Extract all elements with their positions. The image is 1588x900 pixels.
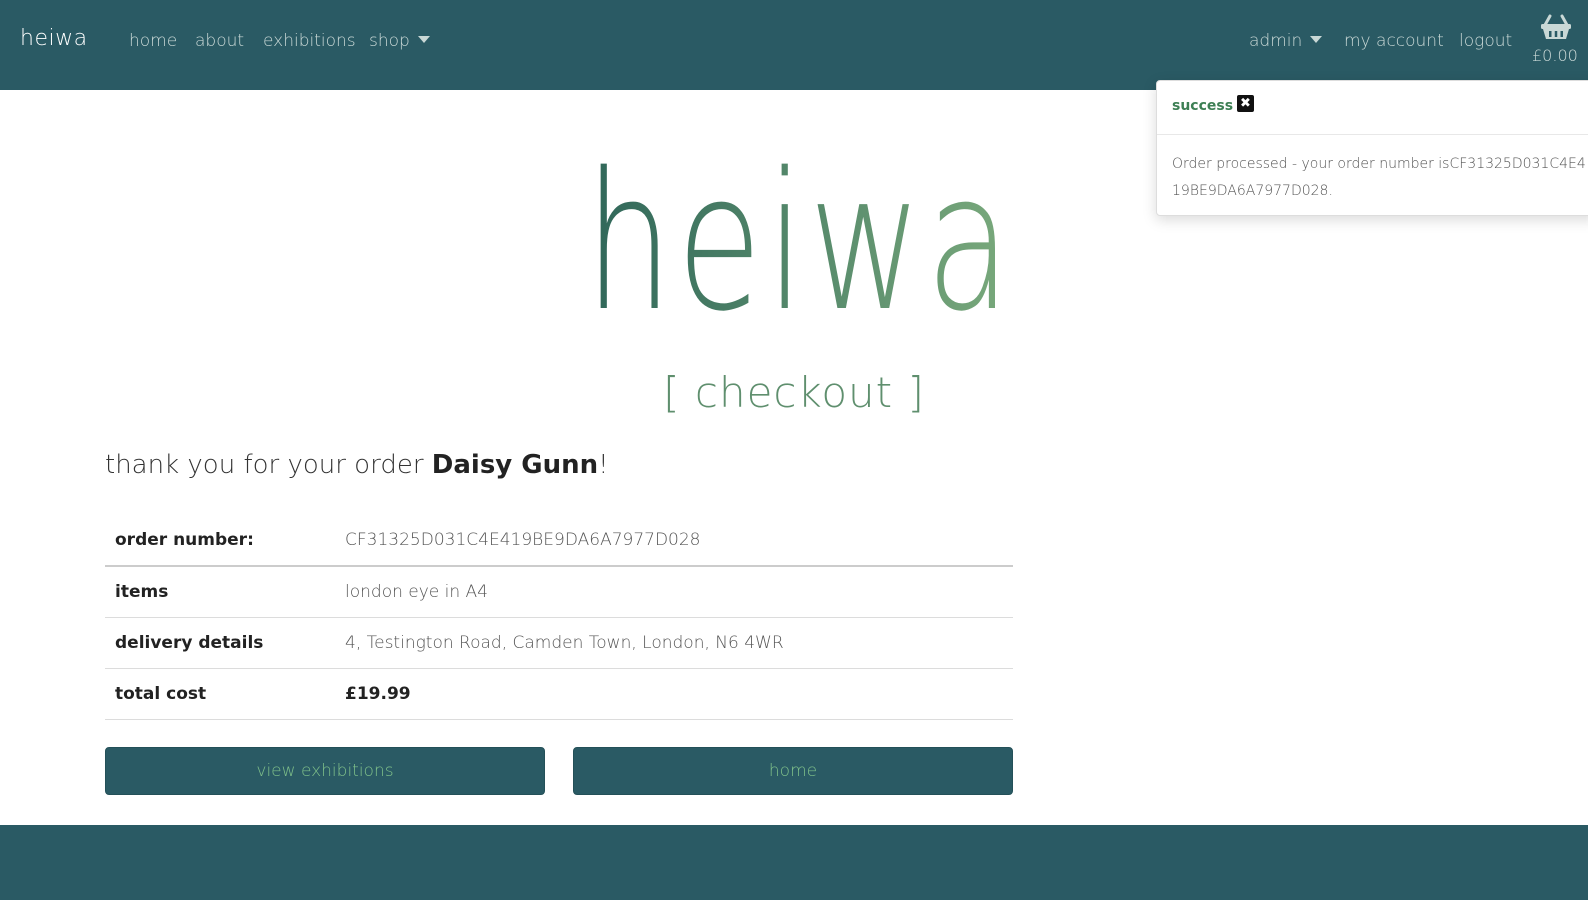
home-button[interactable]: home [573,747,1013,795]
chevron-down-icon [417,36,430,43]
toast-header: success ✖ [1157,81,1588,135]
table-row: order number: CF31325D031C4E419BE9DA6A79… [105,515,1013,566]
view-exhibitions-button[interactable]: view exhibitions [105,747,545,795]
row-label: order number: [115,530,254,550]
brand-logo[interactable]: heiwa [20,26,88,51]
table-row: items london eye in A4 [105,566,1013,617]
customer-name: Daisy Gunn [431,450,599,480]
nav-logout[interactable]: logout [1459,31,1512,51]
toast-message: Order processed - your order number isCF… [1172,156,1586,199]
nav-shop-label: shop [369,31,410,51]
total-cost-value: £19.99 [345,683,411,704]
nav-admin-dropdown[interactable]: admin [1249,31,1323,51]
page-subtitle: [ checkout ] [663,368,925,417]
close-icon[interactable]: ✖ [1237,95,1254,112]
basket-total: £0.00 [1532,46,1578,65]
order-number-value: CF31325D031C4E419BE9DA6A7977D028 [345,530,701,550]
row-label: total cost [115,683,207,704]
table-row: delivery details 4, Testington Road, Cam… [105,617,1013,668]
row-label: delivery details [115,632,264,653]
nav-my-account[interactable]: my account [1344,31,1444,51]
navbar: heiwa home about exhibitions shop admin … [0,0,1588,90]
items-value: london eye in A4 [345,581,488,602]
table-row: total cost £19.99 [105,668,1013,719]
heiwa-logo: heiwa [585,140,1015,330]
basket-icon [1541,14,1571,39]
nav-admin-label: admin [1249,31,1303,51]
nav-home[interactable]: home [129,31,177,51]
logo-text: heiwa [585,140,1015,330]
nav-shop-dropdown[interactable]: shop [369,31,430,51]
delivery-details-value: 4, Testington Road, Camden Town, London,… [345,632,784,653]
thanks-prefix: thank you for your order [105,450,432,480]
thanks-suffix: ! [598,450,609,480]
toast-title: success [1172,98,1234,114]
success-toast: success ✖ Order processed - your order n… [1156,80,1588,216]
basket-link[interactable]: £0.00 [1532,12,1588,72]
thank-you-message: thank you for your order Daisy Gunn! [105,450,609,480]
nav-about[interactable]: about [195,31,244,51]
order-summary-table: order number: CF31325D031C4E419BE9DA6A79… [105,515,1013,720]
row-label: items [115,581,169,602]
chevron-down-icon [1310,36,1323,43]
nav-exhibitions[interactable]: exhibitions [263,31,356,51]
footer [0,825,1588,900]
